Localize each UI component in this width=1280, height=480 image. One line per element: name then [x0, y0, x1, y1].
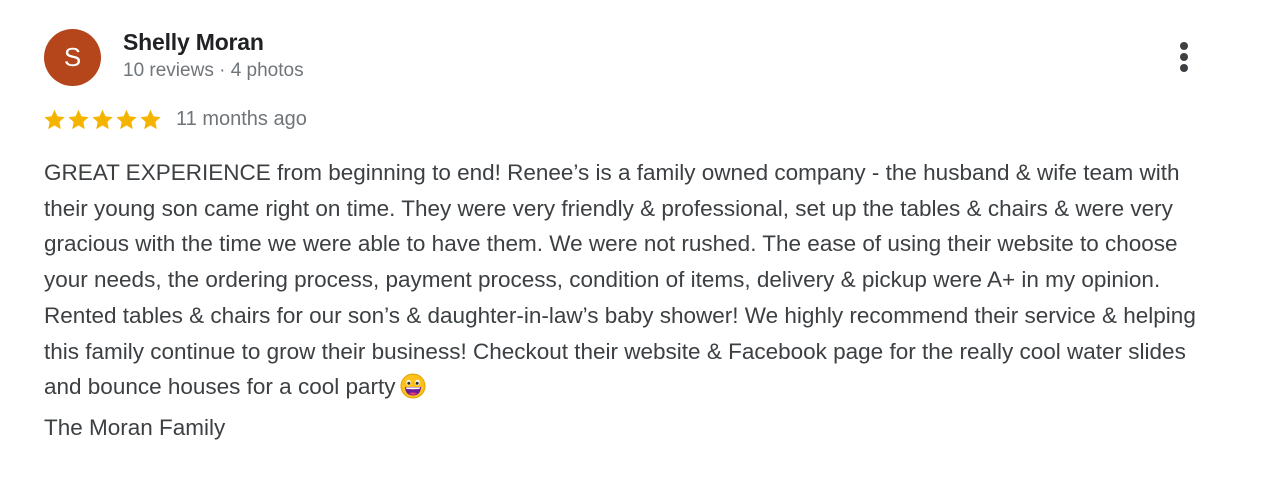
review-paragraph: GREAT EXPERIENCE from beginning to end! … [44, 155, 1204, 410]
reviewer-meta: 10 reviews · 4 photos [123, 60, 304, 81]
review-signature: The Moran Family [44, 414, 226, 440]
more-options-button[interactable] [1168, 38, 1200, 76]
avatar-initial: S [63, 42, 82, 72]
star-icon [116, 109, 137, 129]
grinning-face-emoji [400, 373, 426, 410]
star-icon [68, 109, 89, 129]
star-icon [44, 109, 65, 129]
avatar[interactable]: S [44, 29, 101, 86]
review-text: GREAT EXPERIENCE from beginning to end! … [44, 155, 1204, 446]
reviewer-name[interactable]: Shelly Moran [123, 29, 264, 56]
review-time: 11 months ago [176, 107, 307, 130]
rating-row: 11 months ago [43, 106, 307, 132]
more-vert-icon [1180, 42, 1188, 72]
review-card: S Shelly Moran 10 reviews · 4 photos 11 … [0, 0, 1280, 480]
review-main-text: GREAT EXPERIENCE from beginning to end! … [44, 160, 1196, 400]
star-rating [43, 108, 162, 131]
star-icon [92, 109, 113, 129]
star-icon [140, 109, 161, 129]
